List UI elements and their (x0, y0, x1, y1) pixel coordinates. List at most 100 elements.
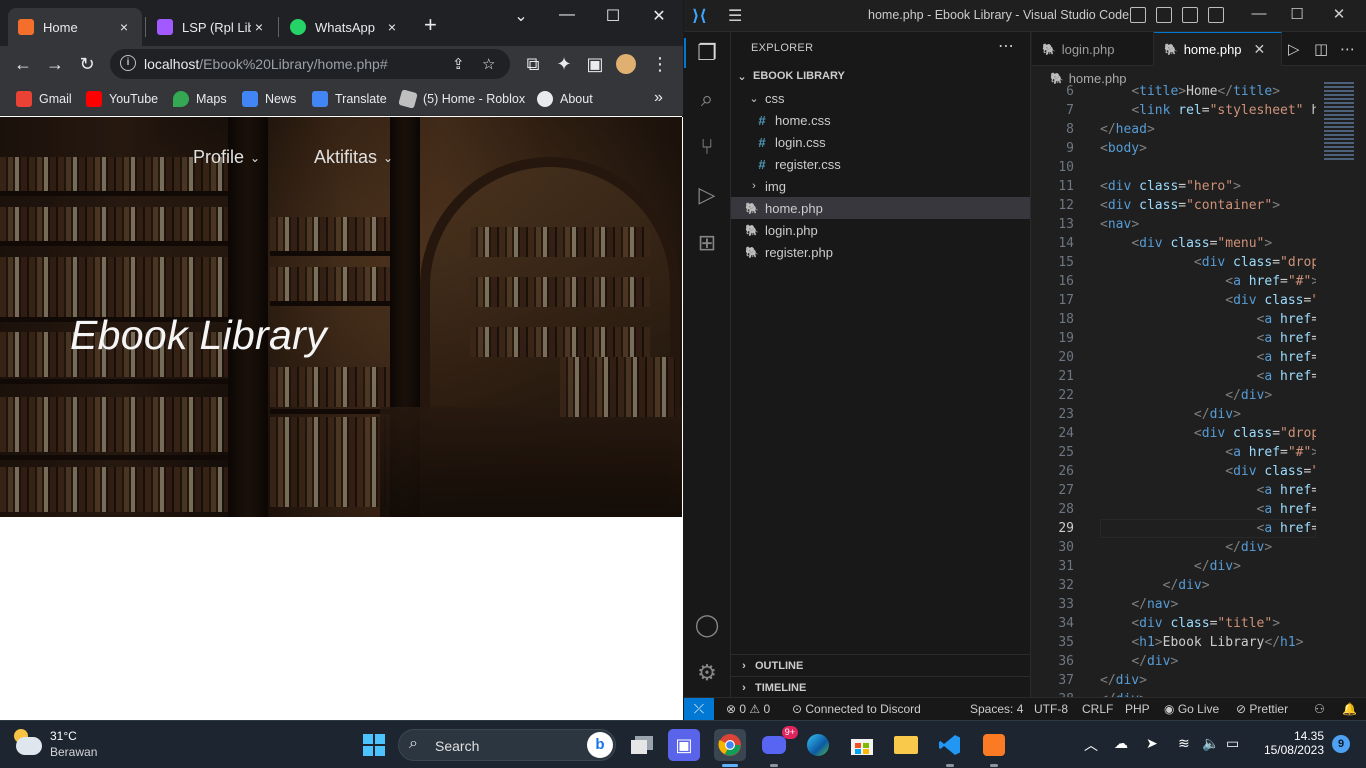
taskbar-clock[interactable]: 14.35 15/08/2023 (1264, 729, 1324, 757)
problems-indicator[interactable]: ⊗ 0 ⚠ 0 (726, 702, 770, 716)
battery-icon[interactable]: ▭ (1226, 735, 1239, 752)
code-line[interactable]: 22 </div> (1032, 386, 1366, 405)
forward-arrow-icon[interactable]: → (44, 54, 66, 74)
code-line[interactable]: 30 </div> (1032, 538, 1366, 557)
code-line[interactable]: 17 <div class="c (1032, 291, 1366, 310)
bing-icon[interactable]: b (587, 732, 613, 758)
bookmark-about[interactable]: About (537, 91, 593, 107)
edge-taskbar-icon[interactable] (802, 729, 834, 761)
notification-count-badge[interactable]: 9 (1332, 735, 1350, 753)
close-window-button[interactable]: ✕ (1324, 5, 1354, 23)
code-line[interactable]: 24 <div class="dropd (1032, 424, 1366, 443)
extension-translate-icon[interactable]: ⧉ (522, 54, 544, 74)
tree-folder-img[interactable]: › img (731, 175, 1030, 197)
code-line[interactable]: 13 <nav> (1032, 215, 1366, 234)
code-line[interactable]: 31 </div> (1032, 557, 1366, 576)
tab-search-chevron-icon[interactable]: ⌄ (506, 6, 536, 26)
code-editor[interactable]: 6 <title>Home</title> 7 <link rel="styles… (1032, 82, 1366, 697)
chrome-taskbar-icon[interactable] (714, 729, 746, 761)
editor-scrollbar[interactable] (1354, 82, 1366, 697)
settings-gear-icon[interactable]: ⚙ (694, 660, 720, 686)
share-icon[interactable]: ⇪ (452, 55, 465, 73)
accounts-status-icon[interactable]: ⚇ (1314, 702, 1325, 716)
code-line[interactable]: 8 </head> (1032, 120, 1366, 139)
remote-indicator-icon[interactable]: ⤫ (684, 698, 714, 720)
run-file-icon[interactable]: ▷ (1288, 40, 1300, 58)
code-line[interactable]: 20 <a href= (1032, 348, 1366, 367)
nav-profile-dropdown[interactable]: Profile ⌄ (193, 147, 260, 168)
code-line[interactable]: 27 <a href= (1032, 481, 1366, 500)
hamburger-menu-icon[interactable]: ☰ (728, 6, 742, 26)
code-line[interactable]: 10 (1032, 158, 1366, 177)
close-window-button[interactable]: ✕ (644, 6, 674, 26)
minimize-button[interactable]: — (552, 6, 582, 24)
bookmark-maps[interactable]: Maps (173, 91, 227, 107)
chrome-menu-icon[interactable]: ⋮ (649, 54, 671, 74)
profile-avatar[interactable] (616, 54, 636, 74)
notifications-bell-icon[interactable]: 🔔 (1342, 702, 1357, 716)
bookmark-roblox[interactable]: (5) Home - Roblox (398, 89, 525, 109)
tree-file-home-php[interactable]: 🐘 home.php (731, 197, 1030, 219)
toggle-primary-sidebar-icon[interactable] (1130, 7, 1146, 23)
code-line[interactable]: 16 <a href="#">P (1032, 272, 1366, 291)
location-arrow-icon[interactable]: ➤ (1146, 735, 1158, 752)
tree-file-home-css[interactable]: # home.css (731, 109, 1030, 131)
toggle-panel-icon[interactable] (1156, 7, 1172, 23)
minimize-button[interactable]: — (1244, 5, 1274, 22)
code-line[interactable]: 28 <a href= (1032, 500, 1366, 519)
address-url[interactable]: localhost/Ebook%20Library/home.php# (144, 56, 388, 72)
show-hidden-icons-chevron[interactable]: ︿ (1084, 735, 1098, 755)
search-icon[interactable]: ⌕ (694, 86, 720, 112)
prettier-status[interactable]: ⊘ Prettier (1236, 702, 1288, 716)
project-root[interactable]: ⌄ EBOOK LIBRARY (731, 65, 1030, 87)
wifi-icon[interactable]: ≋ (1178, 735, 1190, 752)
task-view-icon[interactable] (626, 729, 658, 761)
toggle-secondary-sidebar-icon[interactable] (1182, 7, 1198, 23)
vscode-taskbar-icon[interactable] (934, 729, 966, 761)
bookmarks-overflow-button[interactable]: » (654, 89, 663, 107)
eol-status[interactable]: CRLF (1082, 702, 1113, 716)
tree-file-register-php[interactable]: 🐘 register.php (731, 241, 1030, 263)
source-control-icon[interactable]: ⑂ (694, 134, 720, 160)
start-windows-icon[interactable] (358, 729, 390, 761)
back-arrow-icon[interactable]: ← (12, 54, 34, 74)
outline-section[interactable]: › OUTLINE (731, 654, 1030, 676)
code-line[interactable]: 6 <title>Home</title> (1032, 82, 1366, 101)
teams-chat-icon[interactable]: ▣ (668, 729, 700, 761)
explorer-files-icon[interactable]: ❐ (694, 40, 720, 66)
encoding-status[interactable]: UTF-8 (1034, 702, 1068, 716)
bookmark-star-icon[interactable]: ☆ (482, 55, 495, 73)
discord-taskbar-icon[interactable]: 9+ (758, 726, 798, 761)
code-line[interactable]: 21 <a href= (1032, 367, 1366, 386)
tree-file-login-css[interactable]: # login.css (731, 131, 1030, 153)
new-tab-button[interactable]: + (424, 14, 437, 36)
maximize-button[interactable]: ☐ (598, 6, 628, 26)
code-line[interactable]: 18 <a href= (1032, 310, 1366, 329)
close-tab-icon[interactable]: × (251, 19, 267, 35)
onedrive-cloud-icon[interactable]: ☁ (1114, 735, 1128, 752)
tab-home[interactable]: Home × (8, 8, 142, 46)
bookmark-youtube[interactable]: YouTube (86, 91, 158, 107)
accounts-icon[interactable]: ◯ (694, 612, 720, 638)
bookmark-news[interactable]: News (242, 91, 296, 107)
tree-folder-css[interactable]: ⌄ css (731, 87, 1030, 109)
more-actions-icon[interactable]: ⋯ (998, 36, 1014, 56)
microsoft-store-icon[interactable] (846, 729, 878, 761)
timeline-section[interactable]: › TIMELINE (731, 676, 1030, 698)
site-info-icon[interactable]: i (120, 55, 136, 71)
language-mode-status[interactable]: PHP (1125, 702, 1150, 716)
editor-tab-home-php[interactable]: 🐘 home.php ✕ (1154, 32, 1282, 66)
close-tab-icon[interactable]: ✕ (1254, 41, 1266, 58)
code-line[interactable]: 25 <a href="#">A (1032, 443, 1366, 462)
code-line[interactable]: 32 </div> (1032, 576, 1366, 595)
address-bar[interactable]: i localhost/Ebook%20Library/home.php# ⇪ … (110, 49, 510, 79)
code-line[interactable]: 23 </div> (1032, 405, 1366, 424)
xampp-taskbar-icon[interactable] (978, 729, 1010, 761)
code-line[interactable]: 35 <h1>Ebook Library</h1> (1032, 633, 1366, 652)
close-tab-icon[interactable]: × (116, 19, 132, 35)
editor-tab-login-php[interactable]: 🐘 login.php (1032, 32, 1154, 66)
bookmark-translate[interactable]: Translate (312, 91, 387, 107)
code-line[interactable]: 11 <div class="hero"> (1032, 177, 1366, 196)
nav-aktifitas-dropdown[interactable]: Aktifitas ⌄ (314, 147, 393, 168)
code-line[interactable]: 34 <div class="title"> (1032, 614, 1366, 633)
